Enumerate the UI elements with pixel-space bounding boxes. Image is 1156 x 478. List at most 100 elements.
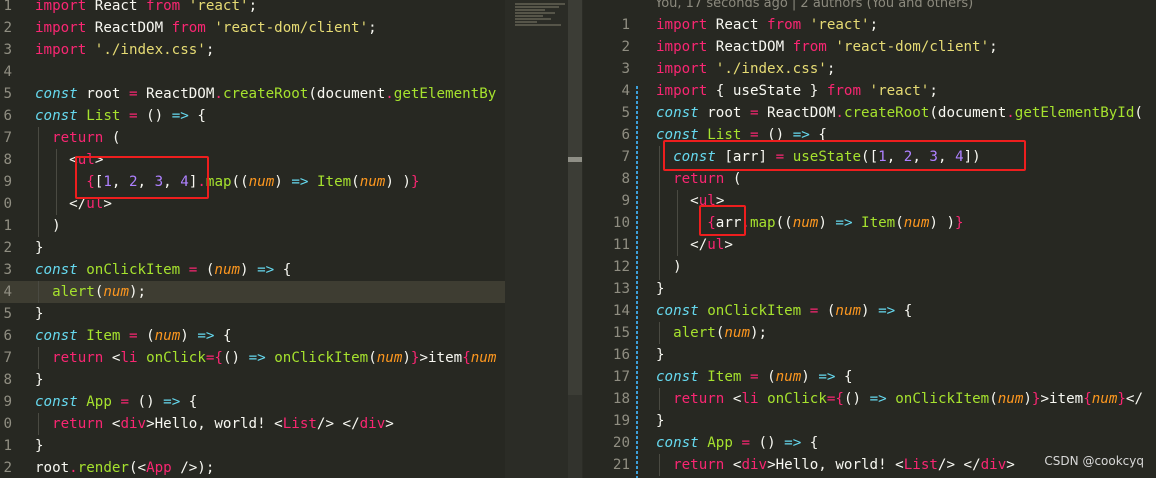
scrollbar-thumb[interactable] [568, 0, 582, 395]
code-line[interactable]: 12 ) [583, 256, 1156, 278]
code-token: const [35, 108, 78, 124]
code-line[interactable]: 1 ) [0, 215, 505, 237]
code-line[interactable]: 3 import './index.css'; [0, 39, 505, 61]
line-number: 2 [621, 39, 630, 55]
code-token: ) [240, 262, 258, 278]
code-token: ={ [205, 350, 223, 366]
code-token: ; [826, 61, 836, 77]
code-token: root [698, 105, 750, 121]
code-token: ( [368, 350, 377, 366]
code-token: ( [103, 130, 121, 146]
code-line[interactable]: 7 return ( [0, 127, 505, 149]
code-line[interactable]: 8 return ( [583, 168, 1156, 190]
code-token: = [120, 394, 129, 410]
code-token: => [818, 369, 836, 385]
code-token: } [1117, 391, 1126, 407]
minimap[interactable] [515, 2, 570, 40]
line-number: 8 [621, 171, 630, 187]
code-token: onClickItem [707, 303, 802, 319]
code-token: ) [402, 350, 411, 366]
code-line[interactable]: 0 return <div>Hello, world! <List/> </di… [0, 413, 505, 435]
code-line[interactable]: 19} [583, 410, 1156, 432]
code-line[interactable]: 9 <ul> [583, 190, 1156, 212]
right-code-editor[interactable]: You, 17 seconds ago | 2 authors (You and… [583, 0, 1156, 478]
code-line[interactable]: 11 </ul> [583, 234, 1156, 256]
code-line[interactable]: 2 root.render(<App />); [0, 457, 505, 478]
code-token: num [903, 215, 930, 231]
code-token: './index.css' [86, 42, 206, 58]
code-token: { [462, 350, 471, 366]
code-token: = [749, 369, 759, 385]
code-token: App [86, 394, 112, 410]
line-number: 5 [3, 306, 12, 322]
code-token: num [214, 262, 241, 278]
left-code-editor[interactable]: 1 import React from 'react'; 2 import React… [0, 0, 505, 478]
code-line[interactable]: 4 alert(num); [0, 281, 505, 303]
code-line[interactable]: 15 alert(num); [583, 322, 1156, 344]
code-line[interactable]: 2 import ReactDOM from 'react-dom/client'… [0, 17, 505, 39]
code-line[interactable]: 3 import './index.css'; [583, 58, 1156, 80]
code-line[interactable]: 20 const App = () => { [583, 432, 1156, 454]
code-line[interactable]: 9 const App = () => { [0, 391, 505, 413]
line-number: 4 [621, 83, 630, 99]
code-text: return <li onClick={() => onClickItem(nu… [656, 388, 1143, 410]
code-line[interactable]: 16} [583, 344, 1156, 366]
code-token: const [656, 303, 699, 319]
watermark: CSDN @cookcyq [1044, 454, 1144, 468]
code-line[interactable]: 1 import React from 'react'; [583, 14, 1156, 36]
code-token: num [470, 350, 497, 366]
code-line[interactable]: 6 const Item = (num) => { [0, 325, 505, 347]
code-token: ) [818, 215, 836, 231]
code-token: { [1083, 391, 1092, 407]
code-token: () [137, 108, 172, 124]
code-line[interactable]: 5 const root = ReactDOM.createRoot(docume… [0, 83, 505, 105]
code-token: onClickItem [274, 350, 369, 366]
highlight-box-usestate-line [663, 140, 1026, 171]
code-text: import React from 'react'; [35, 0, 257, 17]
code-line[interactable]: 4 [0, 61, 505, 83]
code-token: ; [929, 83, 938, 99]
line-number: 10 [612, 215, 630, 231]
code-token: num [103, 284, 129, 300]
code-token: </ [1125, 391, 1143, 407]
code-line[interactable]: 1 import React from 'react'; [0, 0, 505, 17]
code-line[interactable]: 3 const onClickItem = (num) => { [0, 259, 505, 281]
code-line[interactable]: 2 import ReactDOM from 'react-dom/client'… [583, 36, 1156, 58]
code-text: const root = ReactDOM.createRoot(documen… [35, 83, 496, 105]
git-blame-annotation[interactable]: You, 17 seconds ago | 2 authors (You and… [655, 0, 973, 14]
code-token: = [128, 108, 138, 124]
code-line[interactable]: 5 const root = ReactDOM.createRoot(docume… [583, 102, 1156, 124]
code-line[interactable]: 2} [0, 237, 505, 259]
code-token: render [77, 460, 129, 476]
code-token: map [749, 215, 776, 231]
code-line[interactable]: 5} [0, 303, 505, 325]
vertical-scrollbar[interactable] [568, 0, 582, 478]
code-line[interactable]: 14 const onClickItem = (num) => { [583, 300, 1156, 322]
code-token: return [673, 171, 725, 187]
code-token: 'react' [801, 17, 870, 33]
code-token: (document [929, 105, 1007, 121]
line-number: 0 [3, 196, 12, 212]
code-line[interactable]: 6 const List = () => { [0, 105, 505, 127]
code-line[interactable]: 8} [0, 369, 505, 391]
code-token: > [1006, 457, 1015, 473]
code-line[interactable]: 10 {arr.map((num) => Item(num) )} [583, 212, 1156, 234]
code-line[interactable]: 17 const Item = (num) => { [583, 366, 1156, 388]
code-token: div [980, 457, 1007, 473]
code-line[interactable]: 4 import { useState } from 'react'; [583, 80, 1156, 102]
code-token: alert [673, 325, 716, 341]
code-line[interactable]: 13} [583, 278, 1156, 300]
code-token: React [707, 17, 768, 33]
code-token: return [673, 391, 725, 407]
code-line[interactable]: 1} [0, 435, 505, 457]
code-line[interactable]: 18 return <li onClick={() => onClickItem… [583, 388, 1156, 410]
line-number: 3 [621, 61, 630, 77]
code-line[interactable]: 7 return <li onClick={() => onClickItem(… [0, 347, 505, 369]
code-text: } [35, 435, 44, 457]
code-token: from [826, 83, 862, 99]
code-token: div [359, 416, 386, 432]
